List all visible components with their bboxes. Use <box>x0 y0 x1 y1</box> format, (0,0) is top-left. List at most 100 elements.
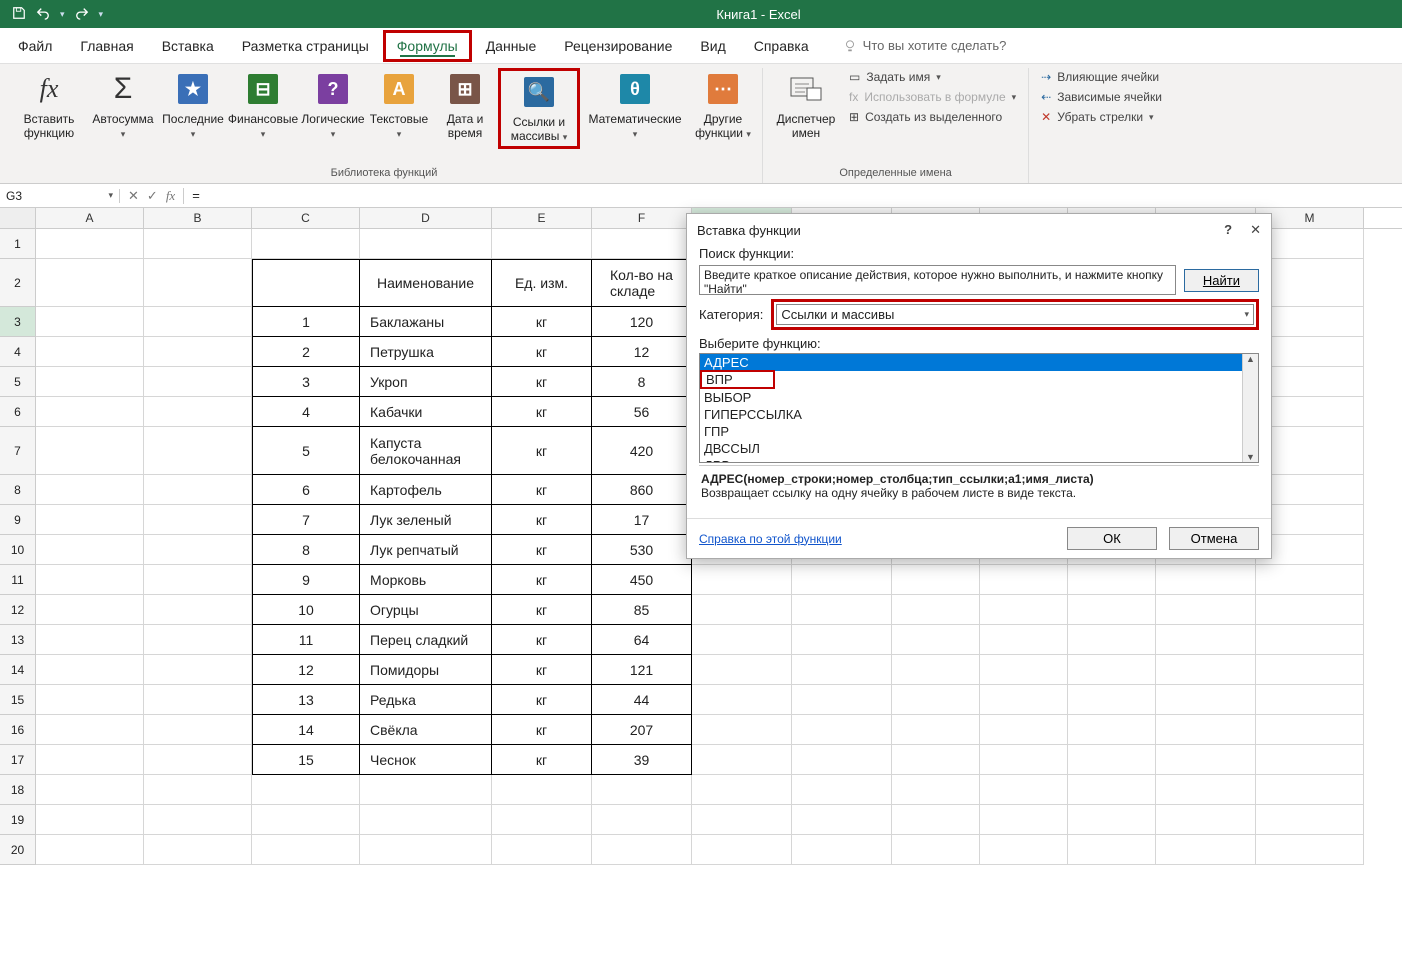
undo-dropdown-icon[interactable]: ▾ <box>60 9 65 20</box>
cell[interactable]: Редька <box>360 685 492 715</box>
cell[interactable]: кг <box>492 595 592 625</box>
row-header[interactable]: 20 <box>0 835 36 865</box>
cell[interactable] <box>692 685 792 715</box>
listbox-scrollbar[interactable]: ▲▼ <box>1242 354 1258 462</box>
more-functions-button[interactable]: ⋯ Другие функции ▾ <box>690 68 756 143</box>
cell[interactable]: кг <box>492 337 592 367</box>
tell-me[interactable]: Что вы хотите сделать? <box>843 38 1007 53</box>
remove-arrows-button[interactable]: ✕Убрать стрелки ▾ <box>1041 108 1162 126</box>
cell[interactable] <box>892 715 980 745</box>
function-list-item[interactable]: ГИПЕРССЫЛКА <box>700 406 1242 423</box>
cell[interactable] <box>892 775 980 805</box>
cell[interactable] <box>36 655 144 685</box>
cell[interactable]: 39 <box>592 745 692 775</box>
cell[interactable]: кг <box>492 685 592 715</box>
row-header[interactable]: 10 <box>0 535 36 565</box>
cell[interactable] <box>1256 259 1364 307</box>
cell[interactable] <box>36 715 144 745</box>
cell[interactable]: Перец сладкий <box>360 625 492 655</box>
cell[interactable] <box>692 625 792 655</box>
cell[interactable] <box>144 427 252 475</box>
cell[interactable]: 121 <box>592 655 692 685</box>
cell[interactable] <box>1156 715 1256 745</box>
cell[interactable] <box>980 745 1068 775</box>
cell[interactable] <box>36 475 144 505</box>
ok-button[interactable]: ОК <box>1067 527 1157 550</box>
cell[interactable]: Огурцы <box>360 595 492 625</box>
cell[interactable]: кг <box>492 397 592 427</box>
cell[interactable]: кг <box>492 475 592 505</box>
cell[interactable]: Лук зеленый <box>360 505 492 535</box>
cell[interactable] <box>792 715 892 745</box>
cell[interactable] <box>692 745 792 775</box>
cell[interactable] <box>692 715 792 745</box>
row-header[interactable]: 3 <box>0 307 36 337</box>
cell[interactable] <box>36 337 144 367</box>
cell[interactable]: Картофель <box>360 475 492 505</box>
cell[interactable]: 7 <box>252 505 360 535</box>
cell[interactable]: Баклажаны <box>360 307 492 337</box>
cell[interactable] <box>36 625 144 655</box>
cell[interactable]: 15 <box>252 745 360 775</box>
col-header[interactable]: B <box>144 208 252 228</box>
tab-data[interactable]: Данные <box>472 30 551 62</box>
financial-button[interactable]: ⊟ Финансовые▾ <box>226 68 300 143</box>
cell[interactable]: Кабачки <box>360 397 492 427</box>
cell[interactable]: 14 <box>252 715 360 745</box>
cell[interactable] <box>36 427 144 475</box>
cell[interactable]: Укроп <box>360 367 492 397</box>
category-select[interactable]: Ссылки и массивы ▾ <box>776 304 1254 325</box>
cell[interactable] <box>792 595 892 625</box>
cell[interactable]: Кол-во на складе <box>592 259 692 307</box>
cell[interactable]: 9 <box>252 565 360 595</box>
cell[interactable] <box>892 685 980 715</box>
cell[interactable]: Ед. изм. <box>492 259 592 307</box>
cell[interactable] <box>36 565 144 595</box>
cell[interactable] <box>692 565 792 595</box>
cell[interactable]: 3 <box>252 367 360 397</box>
function-list-item[interactable]: ГПР <box>700 423 1242 440</box>
cell[interactable]: 860 <box>592 475 692 505</box>
create-from-selection-button[interactable]: ⊞Создать из выделенного <box>849 108 1016 126</box>
cell[interactable]: Наименование <box>360 259 492 307</box>
trace-precedents-button[interactable]: ⇢Влияющие ячейки <box>1041 68 1162 86</box>
cell[interactable] <box>36 367 144 397</box>
tab-help[interactable]: Справка <box>740 30 823 62</box>
row-header[interactable]: 18 <box>0 775 36 805</box>
tab-insert[interactable]: Вставка <box>148 30 228 62</box>
row-header[interactable]: 2 <box>0 259 36 307</box>
row-header[interactable]: 13 <box>0 625 36 655</box>
cell[interactable] <box>792 685 892 715</box>
cell[interactable] <box>792 775 892 805</box>
cell[interactable] <box>1256 307 1364 337</box>
cell[interactable] <box>1256 475 1364 505</box>
cell[interactable] <box>144 475 252 505</box>
cell[interactable] <box>36 229 144 259</box>
cell[interactable]: 13 <box>252 685 360 715</box>
row-header[interactable]: 16 <box>0 715 36 745</box>
cell[interactable]: 64 <box>592 625 692 655</box>
cell[interactable] <box>792 625 892 655</box>
qat-customize-icon[interactable]: ▾ <box>99 9 104 20</box>
cell[interactable] <box>892 655 980 685</box>
cell[interactable]: Лук репчатый <box>360 535 492 565</box>
cell[interactable] <box>1068 595 1156 625</box>
cell[interactable]: кг <box>492 655 592 685</box>
cell[interactable]: кг <box>492 625 592 655</box>
cell[interactable] <box>1256 595 1364 625</box>
cell[interactable] <box>36 505 144 535</box>
cell[interactable]: 420 <box>592 427 692 475</box>
row-header[interactable]: 9 <box>0 505 36 535</box>
select-all-corner[interactable] <box>0 208 36 228</box>
cell[interactable] <box>36 775 144 805</box>
cell[interactable] <box>1256 715 1364 745</box>
name-manager-button[interactable]: Диспетчер имен <box>769 68 843 142</box>
datetime-button[interactable]: ⊞ Дата и время <box>432 68 498 142</box>
cell[interactable]: 530 <box>592 535 692 565</box>
cell[interactable] <box>492 775 592 805</box>
cell[interactable] <box>144 685 252 715</box>
cell[interactable] <box>252 835 360 865</box>
save-icon[interactable] <box>12 6 26 23</box>
cell[interactable]: 4 <box>252 397 360 427</box>
cell[interactable]: 8 <box>592 367 692 397</box>
